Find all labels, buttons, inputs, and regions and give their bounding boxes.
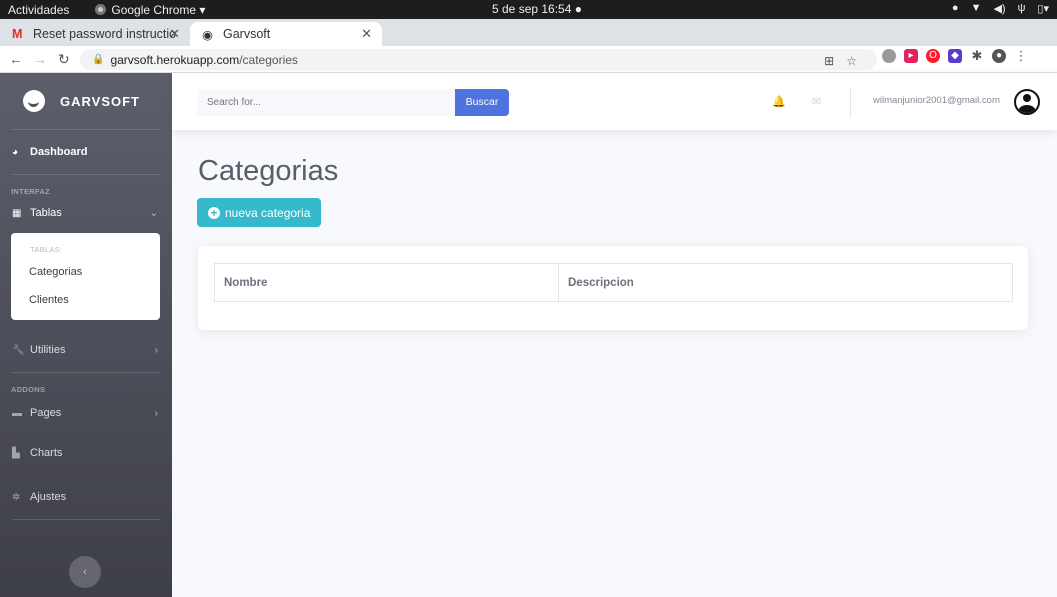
brand[interactable]: GARVSOFT <box>0 73 172 129</box>
extension-purple-icon[interactable]: ◆ <box>948 49 962 63</box>
menu-dots-icon[interactable]: ⋮ <box>1014 49 1028 63</box>
globe-icon: ◉ <box>202 27 213 42</box>
categories-table: Nombre Descripcion <box>214 263 1013 302</box>
wifi-icon: ▼ <box>970 2 982 14</box>
bookmark-star-icon[interactable]: ☆ <box>846 54 857 68</box>
sidebar-item-label: Tablas <box>30 207 62 219</box>
browser-toolbar: ← → ↻ 🔒 garvsoft.herokuapp.com/categorie… <box>0 46 1057 73</box>
submenu-item-categorias[interactable]: Categorias <box>11 258 160 286</box>
translate-icon[interactable]: ⊞ <box>824 54 834 68</box>
battery-icon: ▯▾ <box>1037 3 1049 15</box>
folder-icon: ▬ <box>12 407 22 419</box>
url-domain: garvsoft.herokuapp.com <box>110 52 240 67</box>
system-tray[interactable]: ● ▼ ◀) ψ ▯▾ <box>952 2 1049 15</box>
search-button[interactable]: Buscar <box>455 89 509 116</box>
tab-label: Reset password instructio <box>33 27 177 41</box>
reload-icon[interactable]: ↻ <box>58 51 70 68</box>
avatar[interactable] <box>1014 89 1040 115</box>
tab-gmail[interactable]: M Reset password instructio ✕ <box>0 22 190 46</box>
shield-icon[interactable] <box>882 49 896 63</box>
tab-strip: M Reset password instructio ✕ ◉ Garvsoft… <box>0 19 1057 61</box>
close-icon[interactable]: ✕ <box>361 26 372 42</box>
extensions: ▸ O ◆ ✱ ● ⋮ <box>882 49 1028 63</box>
sidebar-item-charts[interactable]: ▙ Charts <box>0 431 172 475</box>
new-category-label: nueva categoria <box>225 205 311 220</box>
categories-card: Nombre Descripcion <box>198 246 1028 330</box>
address-bar[interactable]: 🔒 garvsoft.herokuapp.com/categories ⊞ ☆ <box>80 49 877 70</box>
search-input[interactable] <box>197 89 455 116</box>
sidebar-item-utilities[interactable]: 🔧 Utilities › <box>0 328 172 372</box>
forward-icon[interactable]: → <box>33 51 47 67</box>
chrome-tray-icon: ● <box>951 2 959 14</box>
chart-area-icon: ▙ <box>12 447 20 459</box>
sidebar-item-label: Utilities <box>30 344 66 356</box>
sidebar-item-label: Ajustes <box>30 491 67 503</box>
tab-label: Garvsoft <box>223 27 271 41</box>
app-menu[interactable]: Google Chrome ▾ <box>95 3 205 17</box>
sidebar-toggle-button[interactable]: ‹ <box>69 556 101 588</box>
back-icon[interactable]: ← <box>9 51 23 67</box>
user-email[interactable]: wilmanjunior2001@gmail.com <box>873 95 1000 106</box>
chrome-icon <box>95 4 107 15</box>
chevron-down-icon: ⌄ <box>149 207 158 219</box>
sidebar-heading: ADDONS <box>11 385 46 394</box>
clock[interactable]: 5 de sep 16:54 ● <box>492 2 582 16</box>
profile-icon[interactable]: ● <box>992 49 1006 63</box>
close-icon[interactable]: ✕ <box>169 26 180 42</box>
app-menu-label: Google Chrome ▾ <box>111 2 206 17</box>
topbar: Buscar 🔔 ✉ wilmanjunior2001@gmail.com <box>172 73 1057 130</box>
tachometer-icon: ◕ <box>12 146 19 158</box>
sidebar: GARVSOFT ◕ Dashboard INTERFAZ ▦ Tablas ⌄… <box>0 73 172 597</box>
submenu-heading: TABLAS: <box>30 245 63 254</box>
bell-icon[interactable]: 🔔 <box>772 95 786 108</box>
sidebar-item-dashboard[interactable]: ◕ Dashboard <box>0 130 172 174</box>
gmail-icon: M <box>12 27 23 41</box>
tab-garvsoft[interactable]: ◉ Garvsoft ✕ <box>190 22 382 46</box>
column-header-nombre[interactable]: Nombre <box>215 264 559 301</box>
divider <box>12 519 160 520</box>
sidebar-item-pages[interactable]: ▬ Pages › <box>0 395 172 431</box>
sidebar-item-tablas[interactable]: ▦ Tablas ⌄ <box>0 197 172 229</box>
lock-icon: 🔒 <box>92 54 105 65</box>
envelope-icon[interactable]: ✉ <box>812 95 821 108</box>
url-path: /categories <box>239 52 298 67</box>
opera-icon[interactable]: O <box>926 49 940 63</box>
plus-circle-icon: + <box>208 206 220 219</box>
wrench-icon: 🔧 <box>12 344 25 356</box>
puzzle-icon[interactable]: ✱ <box>970 49 984 63</box>
mic-icon: ψ <box>1017 2 1026 14</box>
cog-icon: ✲ <box>12 491 21 503</box>
page-title: Categorias <box>198 155 339 187</box>
volume-icon: ◀) <box>993 3 1006 15</box>
tablas-submenu: TABLAS: Categorias Clientes <box>11 233 160 320</box>
os-top-bar: Actividades Google Chrome ▾ 5 de sep 16:… <box>0 0 1057 19</box>
brand-name: GARVSOFT <box>60 93 140 109</box>
activities-button[interactable]: Actividades <box>8 3 69 17</box>
column-header-descripcion[interactable]: Descripcion <box>559 264 1012 301</box>
topbar-divider <box>850 87 851 118</box>
table-icon: ▦ <box>12 207 22 219</box>
sidebar-item-label: Dashboard <box>30 146 88 158</box>
chevron-right-icon: › <box>154 344 158 356</box>
submenu-item-clientes[interactable]: Clientes <box>11 286 160 314</box>
sidebar-item-label: Charts <box>30 447 63 459</box>
chevron-right-icon: › <box>154 407 158 419</box>
sidebar-heading: INTERFAZ <box>11 187 51 196</box>
new-category-button[interactable]: + nueva categoria <box>197 198 321 227</box>
sidebar-item-label: Pages <box>30 407 62 419</box>
extension-red-icon[interactable]: ▸ <box>904 49 918 63</box>
sidebar-item-ajustes[interactable]: ✲ Ajustes <box>0 475 172 519</box>
laugh-wink-icon <box>23 90 45 112</box>
